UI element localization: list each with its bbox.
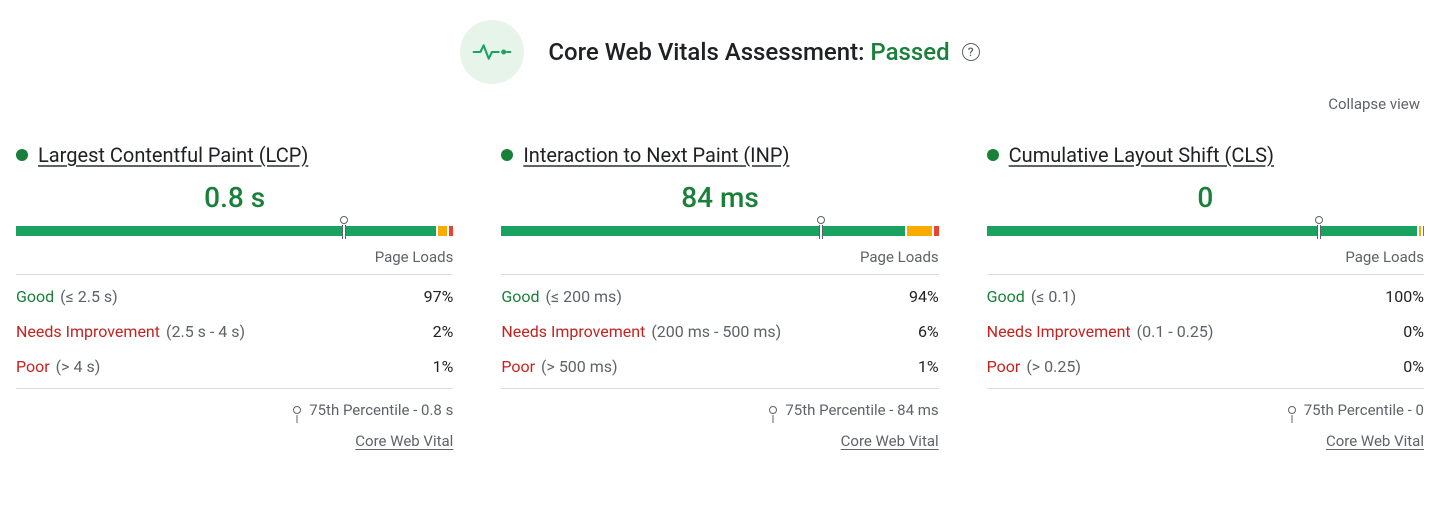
dist-cat-ni: Needs Improvement — [501, 322, 645, 341]
cwv-link-row: Core Web Vital — [501, 425, 938, 450]
status-dot-good — [987, 149, 999, 161]
dist-pct-ni: 2% — [433, 322, 454, 341]
help-icon[interactable]: ? — [962, 43, 980, 61]
distribution-bar-lcp — [16, 218, 453, 238]
dist-row-ni: Needs Improvement (0.1 - 0.25) 0% — [987, 314, 1424, 349]
dist-cat-poor: Poor — [16, 357, 50, 376]
metric-title-row: Largest Contentful Paint (LCP) — [16, 143, 453, 167]
percentile-marker-icon — [1288, 406, 1296, 414]
collapse-view-link[interactable]: Collapse view — [1328, 95, 1420, 113]
dist-row-ni: Needs Improvement (200 ms - 500 ms) 6% — [501, 314, 938, 349]
dist-pct-poor: 1% — [433, 357, 454, 376]
dist-cat-good: Good — [501, 287, 539, 306]
metrics-grid: Largest Contentful Paint (LCP) 0.8 s Pag… — [16, 143, 1424, 450]
core-web-vital-link-lcp[interactable]: Core Web Vital — [355, 432, 453, 450]
percentile-marker-icon — [1315, 216, 1323, 224]
bar-seg-good — [16, 226, 436, 236]
core-web-vital-link-inp[interactable]: Core Web Vital — [841, 432, 939, 450]
dist-row-ni: Needs Improvement (2.5 s - 4 s) 2% — [16, 314, 453, 349]
dist-range-good: (≤ 0.1) — [1031, 287, 1076, 306]
distribution-bar-inp — [501, 218, 938, 238]
status-dot-good — [501, 149, 513, 161]
percentile-row: 75th Percentile - 0.8 s — [16, 389, 453, 425]
dist-cat-ni: Needs Improvement — [16, 322, 160, 341]
percentile-row: 75th Percentile - 84 ms — [501, 389, 938, 425]
dist-range-poor: (> 500 ms) — [541, 357, 618, 376]
dist-range-good: (≤ 200 ms) — [546, 287, 622, 306]
metric-title-link-cls[interactable]: Cumulative Layout Shift (CLS) — [1009, 143, 1274, 167]
percentile-row: 75th Percentile - 0 — [987, 389, 1424, 425]
dist-range-ni: (2.5 s - 4 s) — [166, 322, 245, 341]
dist-pct-poor: 1% — [918, 357, 939, 376]
metric-value-cls: 0 — [1197, 181, 1213, 214]
dist-range-good: (≤ 2.5 s) — [60, 287, 118, 306]
page-loads-header: Page Loads — [987, 248, 1424, 275]
percentile-text: 75th Percentile - 84 ms — [785, 401, 938, 419]
dist-pct-ni: 6% — [918, 322, 939, 341]
bar-seg-needs-improvement — [907, 226, 933, 236]
percentile-marker-icon — [293, 406, 301, 414]
metric-value-row: 0 — [987, 181, 1424, 214]
pulse-icon — [460, 20, 524, 84]
assessment-header: Core Web Vitals Assessment: Passed ? — [16, 20, 1424, 84]
metric-value-row: 0.8 s — [16, 181, 453, 214]
collapse-row: Collapse view — [16, 94, 1424, 113]
metric-value-row: 84 ms — [501, 181, 938, 214]
dist-range-ni: (0.1 - 0.25) — [1137, 322, 1214, 341]
dist-range-ni: (200 ms - 500 ms) — [651, 322, 781, 341]
metric-card-inp: Interaction to Next Paint (INP) 84 ms Pa… — [501, 143, 938, 450]
assessment-status: Passed — [870, 38, 949, 66]
bar-seg-poor — [934, 226, 938, 236]
assessment-title: Core Web Vitals Assessment: Passed ? — [548, 38, 979, 66]
dist-cat-poor: Poor — [501, 357, 535, 376]
status-dot-good — [16, 149, 28, 161]
dist-pct-good: 97% — [424, 287, 454, 306]
metric-title-link-lcp[interactable]: Largest Contentful Paint (LCP) — [38, 143, 308, 167]
percentile-marker-icon — [769, 406, 777, 414]
dist-pct-good: 94% — [909, 287, 939, 306]
bar-seg-needs-improvement — [1419, 226, 1421, 236]
metric-title-row: Interaction to Next Paint (INP) — [501, 143, 938, 167]
dist-row-poor: Poor (> 4 s) 1% — [16, 349, 453, 384]
dist-range-poor: (> 0.25) — [1026, 357, 1081, 376]
metric-card-cls: Cumulative Layout Shift (CLS) 0 Page Loa… — [987, 143, 1424, 450]
cwv-link-row: Core Web Vital — [987, 425, 1424, 450]
bar-seg-poor — [1423, 226, 1424, 236]
bar-seg-poor — [449, 226, 453, 236]
dist-row-good: Good (≤ 200 ms) 94% — [501, 279, 938, 314]
dist-row-poor: Poor (> 0.25) 0% — [987, 349, 1424, 384]
metric-title-link-inp[interactable]: Interaction to Next Paint (INP) — [523, 143, 789, 167]
metric-title-row: Cumulative Layout Shift (CLS) — [987, 143, 1424, 167]
metric-card-lcp: Largest Contentful Paint (LCP) 0.8 s Pag… — [16, 143, 453, 450]
dist-pct-good: 100% — [1385, 287, 1424, 306]
dist-row-good: Good (≤ 2.5 s) 97% — [16, 279, 453, 314]
dist-cat-poor: Poor — [987, 357, 1021, 376]
percentile-marker-icon — [817, 216, 825, 224]
dist-row-good: Good (≤ 0.1) 100% — [987, 279, 1424, 314]
metric-value-inp: 84 ms — [681, 181, 759, 214]
dist-range-poor: (> 4 s) — [56, 357, 101, 376]
page-loads-header: Page Loads — [16, 248, 453, 275]
assessment-title-prefix: Core Web Vitals Assessment: — [548, 38, 864, 66]
dist-pct-poor: 0% — [1403, 357, 1424, 376]
percentile-text: 75th Percentile - 0 — [1304, 401, 1424, 419]
page-loads-header: Page Loads — [501, 248, 938, 275]
distribution-bar-cls — [987, 218, 1424, 238]
percentile-text: 75th Percentile - 0.8 s — [309, 401, 453, 419]
dist-cat-good: Good — [987, 287, 1025, 306]
dist-cat-ni: Needs Improvement — [987, 322, 1131, 341]
bar-seg-needs-improvement — [438, 226, 447, 236]
dist-pct-ni: 0% — [1403, 322, 1424, 341]
core-web-vital-link-cls[interactable]: Core Web Vital — [1326, 432, 1424, 450]
metric-value-lcp: 0.8 s — [204, 181, 265, 214]
percentile-marker-icon — [340, 216, 348, 224]
bar-seg-good — [501, 226, 904, 236]
dist-cat-good: Good — [16, 287, 54, 306]
bar-seg-good — [987, 226, 1417, 236]
cwv-link-row: Core Web Vital — [16, 425, 453, 450]
dist-row-poor: Poor (> 500 ms) 1% — [501, 349, 938, 384]
